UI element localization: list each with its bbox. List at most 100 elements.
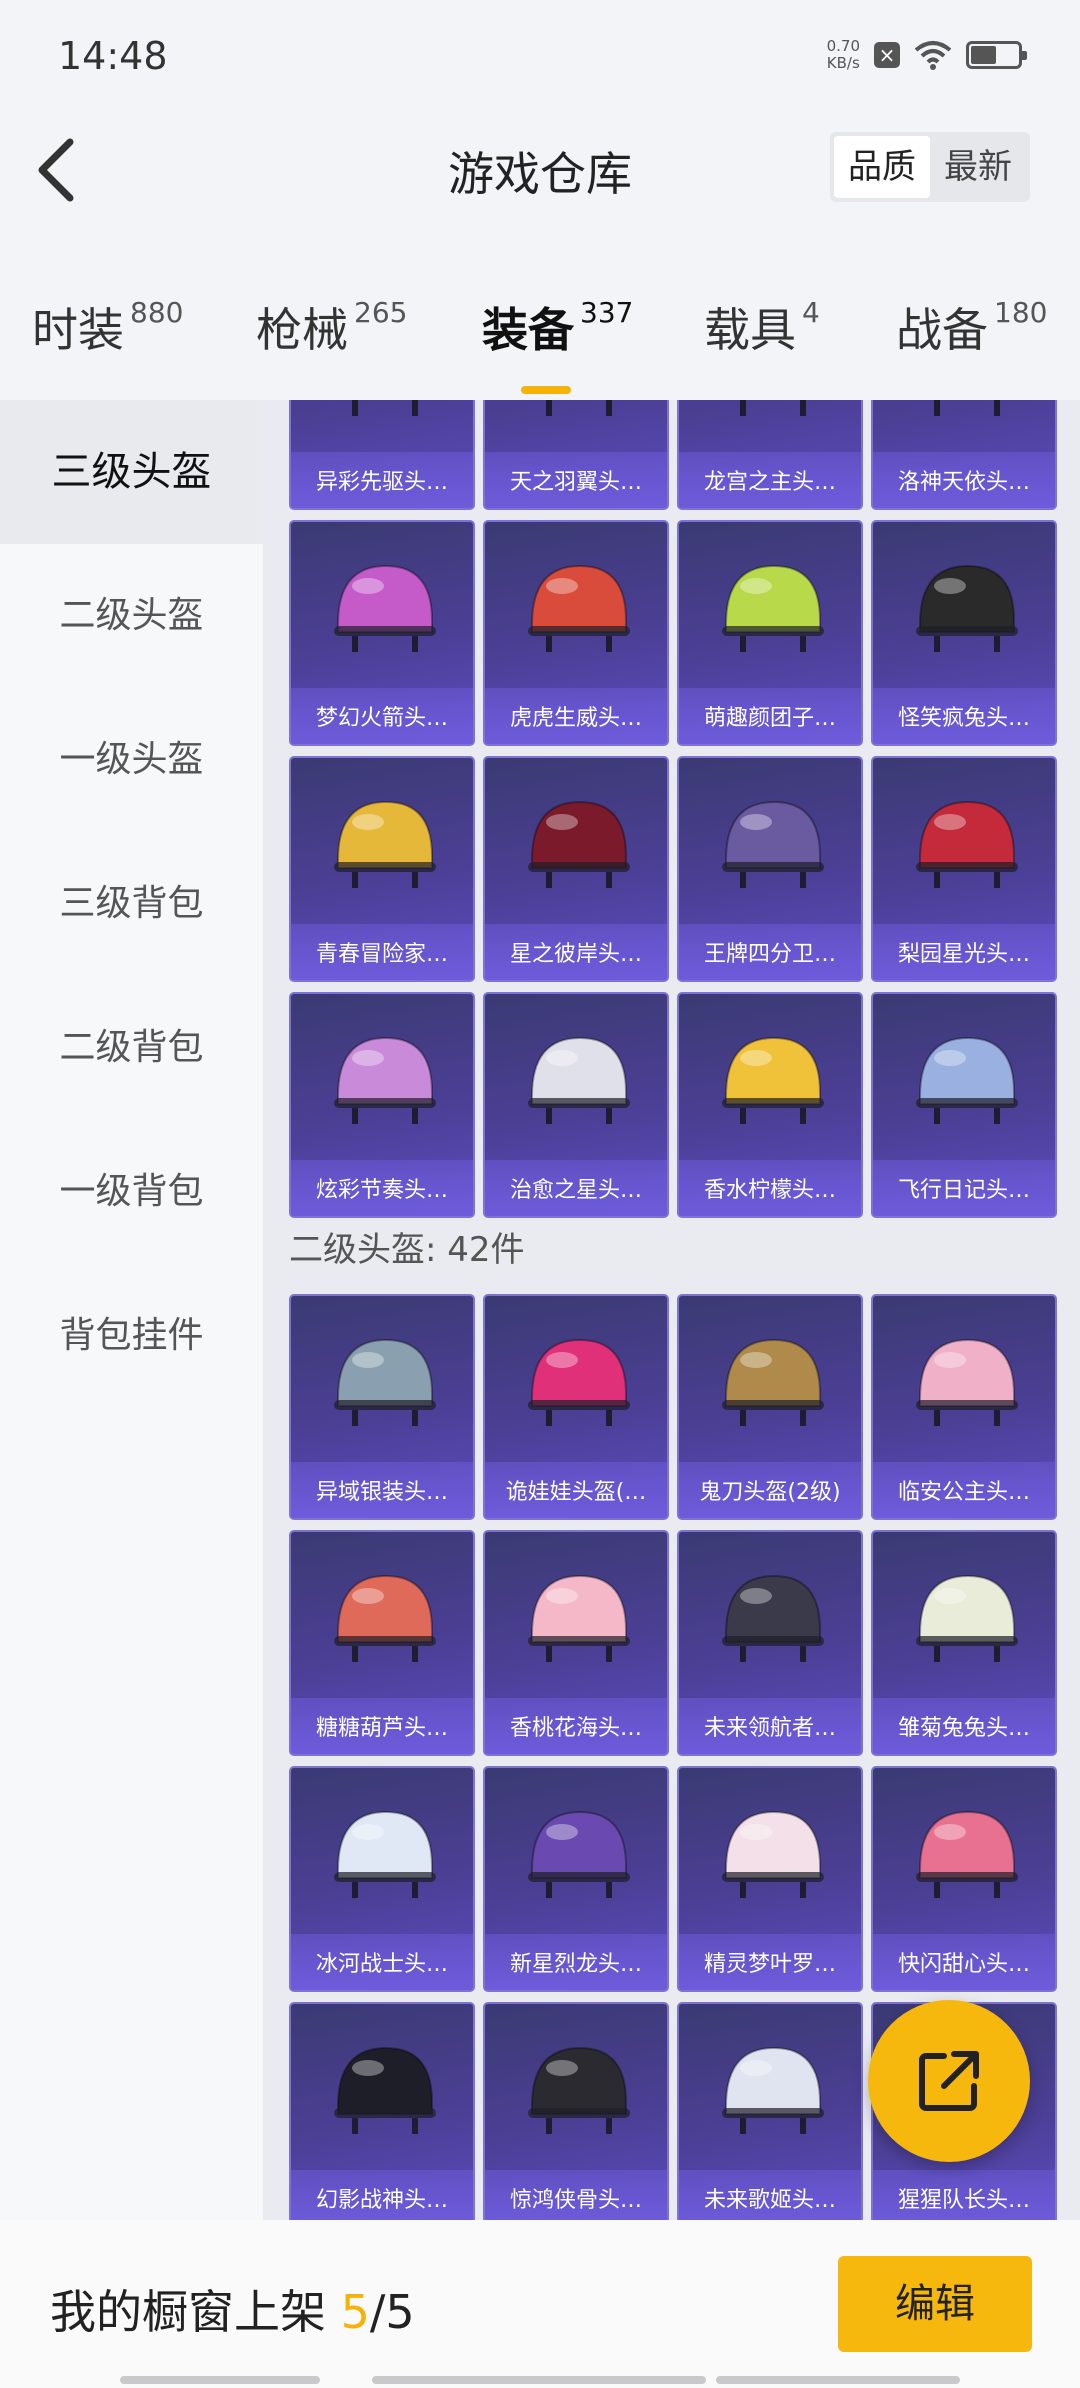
item-name: 王牌四分卫…	[703, 942, 836, 967]
sort-option-quality[interactable]: 品质	[834, 136, 930, 198]
tab-weapons[interactable]: 枪械 265	[256, 294, 407, 360]
helmet-icon	[916, 1574, 1018, 1662]
tab-equipment[interactable]: 装备 337	[482, 294, 634, 394]
item-card[interactable]: 糖糖葫芦头…	[289, 1530, 475, 1756]
item-card[interactable]: 洛神天依头…	[871, 400, 1057, 510]
item-name: 炫彩节奏头…	[315, 1178, 448, 1203]
helmet-icon	[334, 1036, 436, 1124]
item-name: 星之彼岸头…	[509, 942, 642, 967]
item-name: 临安公主头…	[897, 1480, 1030, 1505]
sidebar-item-level1-helmet[interactable]: 一级头盔	[0, 688, 263, 832]
item-card[interactable]: 临安公主头…	[871, 1294, 1057, 1520]
item-name: 精灵梦叶罗…	[703, 1952, 836, 1977]
helmet-icon	[334, 1810, 436, 1898]
tab-count: 337	[580, 296, 634, 329]
sort-option-newest[interactable]: 最新	[930, 136, 1026, 198]
item-card[interactable]: 香桃花海头…	[483, 1530, 669, 1756]
helmet-icon	[916, 1810, 1018, 1898]
item-card[interactable]: 炫彩节奏头…	[289, 992, 475, 1218]
item-card[interactable]: 怪笑疯兔头…	[871, 520, 1057, 746]
item-name: 梨园星光头…	[897, 942, 1030, 967]
item-card[interactable]: 星之彼岸头…	[483, 756, 669, 982]
sort-toggle[interactable]: 品质 最新	[830, 132, 1030, 202]
share-button[interactable]	[868, 2000, 1030, 2162]
helmet-icon	[934, 400, 1000, 416]
battery-icon	[966, 41, 1027, 69]
item-card[interactable]: 雏菊兔兔头…	[871, 1530, 1057, 1756]
item-name: 梦幻火箭头…	[315, 706, 448, 731]
sidebar-item-level1-backpack[interactable]: 一级背包	[0, 1120, 263, 1264]
sidebar-item-level2-helmet[interactable]: 二级头盔	[0, 544, 263, 688]
tab-supplies[interactable]: 战备 180	[896, 294, 1047, 360]
showcase-label: 我的橱窗上架	[50, 2285, 326, 2339]
item-name: 青春冒险家…	[315, 942, 448, 967]
item-card[interactable]: 香水柠檬头…	[677, 992, 863, 1218]
item-card[interactable]: 飞行日记头…	[871, 992, 1057, 1218]
helmet-icon	[740, 400, 806, 416]
item-card[interactable]: 快闪甜心头…	[871, 1766, 1057, 1992]
item-name: 糖糖葫芦头…	[315, 1716, 448, 1741]
item-card[interactable]: 天之羽翼头…	[483, 400, 669, 510]
item-name: 香桃花海头…	[509, 1716, 642, 1741]
helmet-icon	[722, 1036, 824, 1124]
tab-count: 4	[802, 296, 820, 329]
item-name: 未来歌姬头…	[703, 2188, 836, 2213]
tab-label: 装备	[482, 303, 574, 357]
item-card[interactable]: 龙宫之主头…	[677, 400, 863, 510]
data-disabled-icon: ×	[874, 42, 900, 68]
sidebar-item-backpack-pendant[interactable]: 背包挂件	[0, 1264, 263, 1408]
helmet-icon	[352, 400, 418, 416]
item-name: 诡娃娃头盔(…	[505, 1480, 647, 1505]
showcase-count-current: 5	[340, 2285, 370, 2339]
helmet-icon	[334, 1338, 436, 1426]
item-card[interactable]: 王牌四分卫…	[677, 756, 863, 982]
item-card[interactable]: 梦幻火箭头…	[289, 520, 475, 746]
item-card[interactable]: 鬼刀头盔(2级)	[677, 1294, 863, 1520]
helmet-icon	[528, 800, 630, 888]
tab-count: 880	[130, 296, 184, 329]
item-card[interactable]: 虎虎生威头…	[483, 520, 669, 746]
item-card[interactable]: 惊鸿侠骨头…	[483, 2002, 669, 2220]
item-card[interactable]: 异彩先驱头…	[289, 400, 475, 510]
sidebar-item-level2-backpack[interactable]: 二级背包	[0, 976, 263, 1120]
item-name: 虎虎生威头…	[509, 706, 642, 731]
item-card[interactable]: 幻影战神头…	[289, 2002, 475, 2220]
gesture-bar-segment	[716, 2376, 960, 2384]
item-card[interactable]: 未来领航者…	[677, 1530, 863, 1756]
tab-vehicles[interactable]: 载具 4	[704, 294, 820, 360]
item-card[interactable]: 冰河战士头…	[289, 1766, 475, 1992]
item-card[interactable]: 未来歌姬头…	[677, 2002, 863, 2220]
item-card[interactable]: 萌趣颜团子…	[677, 520, 863, 746]
status-bar: 14:48 0.70 KB/s ×	[0, 0, 1080, 100]
tab-count: 180	[994, 296, 1048, 329]
helmet-icon	[916, 564, 1018, 652]
item-card[interactable]: 梨园星光头…	[871, 756, 1057, 982]
wifi-icon	[914, 41, 952, 70]
tab-label: 枪械	[256, 303, 348, 357]
header: 游戏仓库 品质 最新	[0, 100, 1080, 240]
helmet-icon	[546, 400, 612, 416]
item-name: 异彩先驱头…	[315, 470, 448, 495]
item-name: 鬼刀头盔(2级)	[699, 1480, 841, 1505]
helmet-icon	[334, 800, 436, 888]
item-name: 惊鸿侠骨头…	[509, 2188, 642, 2213]
sidebar: 三级头盔 二级头盔 一级头盔 三级背包 二级背包 一级背包 背包挂件	[0, 400, 263, 2220]
helmet-icon	[916, 800, 1018, 888]
item-card[interactable]: 治愈之星头…	[483, 992, 669, 1218]
item-card[interactable]: 精灵梦叶罗…	[677, 1766, 863, 1992]
sidebar-item-level3-helmet[interactable]: 三级头盔	[0, 400, 263, 544]
item-name: 猩猩队长头…	[897, 2188, 1030, 2213]
showcase-count-separator: /	[369, 2285, 386, 2339]
edit-button[interactable]: 编辑	[838, 2256, 1032, 2352]
item-card[interactable]: 异域银装头…	[289, 1294, 475, 1520]
item-card[interactable]: 诡娃娃头盔(…	[483, 1294, 669, 1520]
item-card[interactable]: 新星烈龙头…	[483, 1766, 669, 1992]
tab-fashion[interactable]: 时装 880	[32, 294, 183, 360]
helmet-icon	[334, 564, 436, 652]
sidebar-item-level3-backpack[interactable]: 三级背包	[0, 832, 263, 976]
item-grid: 异彩先驱头… 天之羽翼头… 龙宫之主头… 洛神天依头… 梦幻火箭头… 虎虎生威头… 萌趣颜团…	[263, 400, 1080, 2220]
helmet-icon	[528, 1574, 630, 1662]
helmet-icon	[528, 1338, 630, 1426]
helmet-icon	[334, 1574, 436, 1662]
item-card[interactable]: 青春冒险家…	[289, 756, 475, 982]
